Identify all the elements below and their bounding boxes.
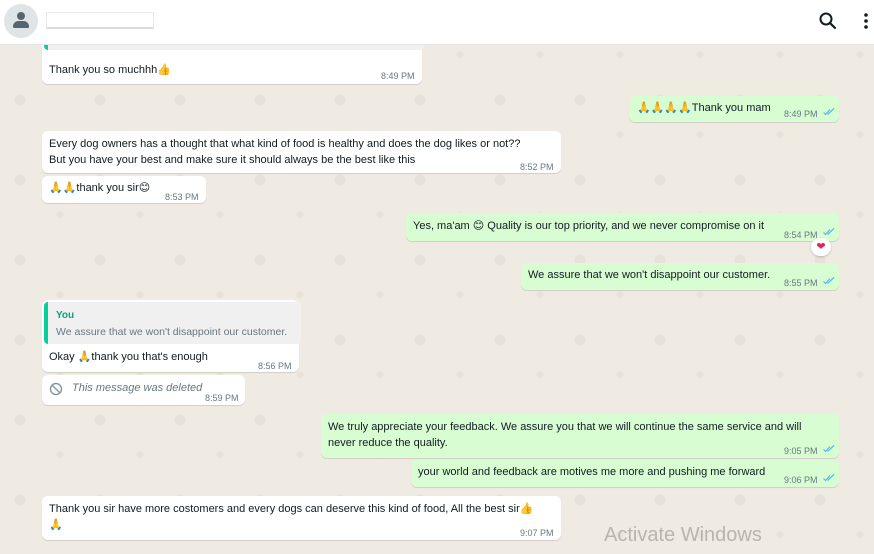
read-ticks-icon <box>823 445 835 453</box>
message-text-line2: 🙏 <box>49 519 63 531</box>
read-ticks-icon <box>823 108 835 116</box>
message-text: Thank you so muchhh👍 <box>49 64 171 76</box>
message-outgoing[interactable]: 🙏🙏🙏🙏Thank you mam 8:49 PM <box>629 96 839 122</box>
message-text: 🙏🙏🙏🙏Thank you mam <box>637 102 771 114</box>
message-text: Okay 🙏thank you that's enough <box>49 351 208 363</box>
message-outgoing[interactable]: your world and feedback are motives me m… <box>411 460 839 487</box>
message-outgoing[interactable]: We truly appreciate your feedback. We as… <box>321 414 839 458</box>
contact-avatar[interactable] <box>4 4 38 38</box>
message-incoming[interactable]: Thank you sir have more costomers and ev… <box>42 496 561 540</box>
message-text: your world and feedback are motives me m… <box>418 466 766 478</box>
heart-reaction-icon[interactable]: ❤ <box>811 238 831 256</box>
quote-text: We assure that we won't disappoint our c… <box>56 326 288 338</box>
message-time: 9:05 PM <box>784 446 818 456</box>
message-time: 8:49 PM <box>381 71 415 81</box>
contact-name[interactable] <box>46 12 154 29</box>
message-incoming[interactable]: You We assure that we won't disappoint o… <box>42 300 301 372</box>
read-ticks-icon <box>823 277 835 285</box>
search-icon[interactable] <box>818 11 838 31</box>
message-time: 9:07 PM <box>520 528 554 538</box>
message-text-line2: But you have your best and make sure it … <box>49 154 416 166</box>
message-text: 🙏🙏thank you sir😊 <box>49 182 151 194</box>
deleted-message-text: This message was deleted <box>72 382 203 394</box>
message-outgoing[interactable]: Yes, ma'am 😊 Quality is our top priority… <box>406 213 839 241</box>
message-time: 8:55 PM <box>784 278 818 288</box>
message-incoming[interactable]: Every dog owners has a thought that what… <box>42 131 561 173</box>
quote-author: You <box>56 310 75 321</box>
quoted-message[interactable]: You We assure that we won't disappoint o… <box>44 302 301 344</box>
person-icon <box>17 12 25 20</box>
blocked-icon <box>49 382 63 396</box>
activate-windows-watermark: Activate Windows <box>604 524 762 546</box>
more-vertical-icon[interactable] <box>860 11 872 31</box>
message-outgoing[interactable]: We assure that we won't disappoint our c… <box>521 263 839 290</box>
message-text: We truly appreciate your feedback. We as… <box>328 421 802 433</box>
message-deleted[interactable]: This message was deleted 8:59 PM <box>42 375 245 405</box>
chat-header <box>0 0 874 45</box>
message-time: 9:06 PM <box>784 475 818 485</box>
message-time: 8:49 PM <box>784 109 818 119</box>
message-text-line2: never reduce the quality. <box>328 437 448 449</box>
message-time: 8:52 PM <box>520 162 554 172</box>
message-incoming[interactable]: 🙏🙏thank you sir😊 8:53 PM <box>42 176 206 203</box>
message-time: 8:59 PM <box>205 393 239 403</box>
read-ticks-icon <box>823 474 835 482</box>
message-time: 8:56 PM <box>258 361 292 371</box>
message-text: Every dog owners has a thought that what… <box>49 138 521 150</box>
read-ticks-icon <box>823 228 835 236</box>
message-text: Yes, ma'am 😊 Quality is our top priority… <box>413 220 765 232</box>
message-time: 8:53 PM <box>165 192 199 202</box>
message-text: Thank you sir have more costomers and ev… <box>49 503 534 515</box>
message-text: We assure that we won't disappoint our c… <box>528 269 771 281</box>
